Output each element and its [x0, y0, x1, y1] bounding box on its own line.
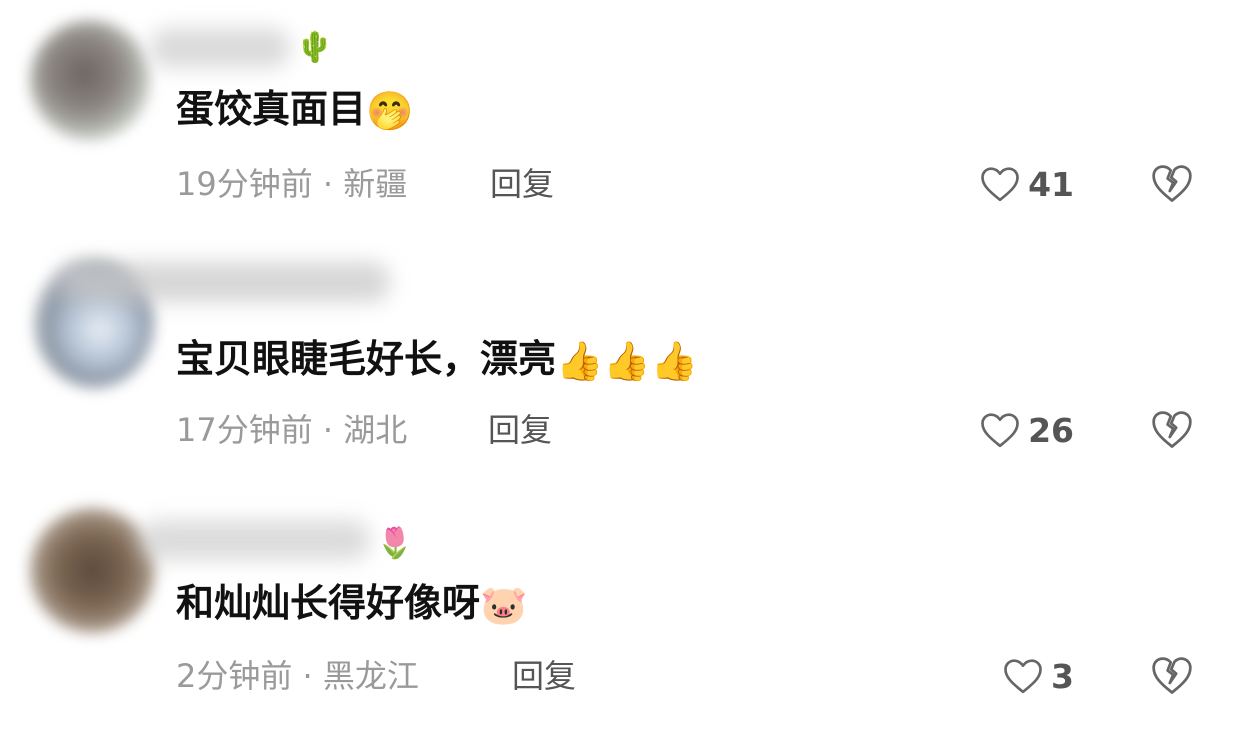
- reply-button[interactable]: 回复: [490, 164, 554, 204]
- comment-location: 新疆: [343, 165, 408, 203]
- like-count: 3: [1051, 656, 1074, 696]
- comment-time: 2分钟前: [176, 657, 293, 695]
- hand-over-mouth-icon: 🤭: [366, 89, 414, 133]
- username-blurred[interactable]: [150, 28, 290, 68]
- comment-location: 湖北: [343, 411, 408, 449]
- heart-outline-icon: [1004, 659, 1042, 694]
- like-button[interactable]: 41: [980, 162, 1074, 206]
- avatar[interactable]: [30, 508, 155, 633]
- broken-heart-icon[interactable]: [1150, 162, 1194, 206]
- like-count: 41: [1028, 164, 1074, 204]
- tulip-icon: 🌷: [376, 526, 414, 561]
- like-button[interactable]: 3: [1003, 654, 1074, 698]
- thumbs-up-icon: 👍👍👍: [556, 339, 698, 383]
- username-blurred[interactable]: [140, 520, 370, 560]
- pig-face-icon: 🐷: [480, 583, 528, 627]
- comment-text: 和灿灿长得好像呀🐷: [176, 581, 528, 627]
- comment-meta: 17分钟前 · 湖北: [176, 411, 408, 449]
- like-button[interactable]: 26: [980, 408, 1074, 452]
- comment-meta: 19分钟前 · 新疆: [176, 165, 408, 203]
- username-blurred[interactable]: [60, 262, 390, 302]
- comment-meta: 2分钟前 · 黑龙江: [176, 657, 419, 695]
- broken-heart-icon[interactable]: [1150, 654, 1194, 698]
- comment-time: 19分钟前: [176, 165, 313, 203]
- heart-outline-icon: [981, 413, 1019, 448]
- heart-outline-icon: [981, 167, 1019, 202]
- comment-location: 黑龙江: [322, 657, 419, 695]
- reply-button[interactable]: 回复: [512, 656, 576, 696]
- reply-button[interactable]: 回复: [488, 410, 552, 450]
- like-count: 26: [1028, 410, 1074, 450]
- comment-text: 宝贝眼睫毛好长，漂亮👍👍👍: [176, 337, 698, 383]
- comment-time: 17分钟前: [176, 411, 313, 449]
- avatar[interactable]: [30, 20, 150, 140]
- broken-heart-icon[interactable]: [1150, 408, 1194, 452]
- comment-text: 蛋饺真面目🤭: [176, 87, 414, 133]
- cactus-icon: 🌵: [296, 30, 334, 65]
